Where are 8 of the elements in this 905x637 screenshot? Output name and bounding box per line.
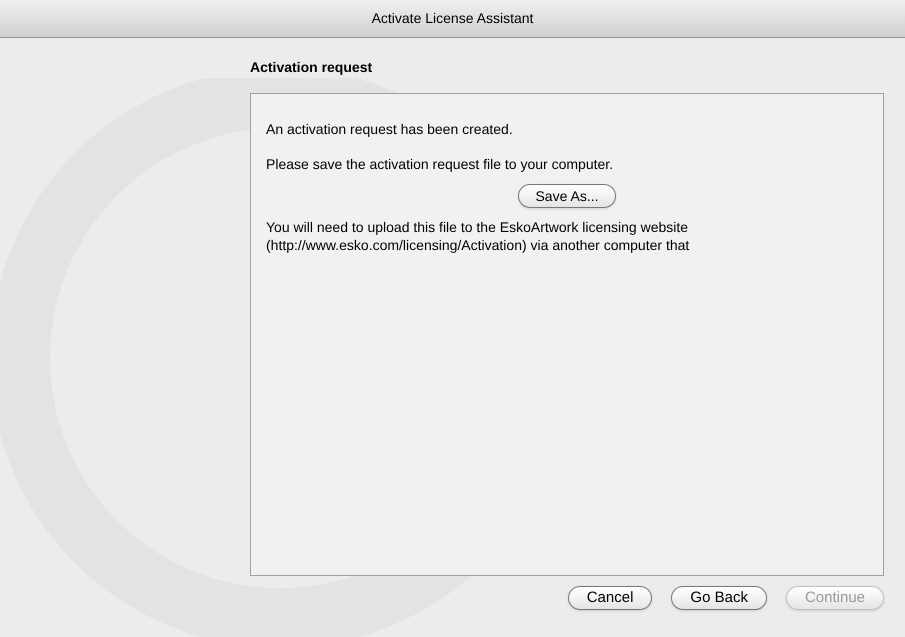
save-as-button[interactable]: Save As... (518, 184, 616, 208)
message-text: An activation request has been created. (266, 120, 513, 139)
dialog-button[interactable]: Cancel (568, 586, 652, 610)
message-text: You will need to upload this file to the EskoArtwork licensing website (http://www.esko.com/licensing/Activation) via another computer that (266, 218, 690, 254)
dialog-button[interactable]: Go Back (671, 586, 767, 610)
section-heading: Activation request (250, 58, 372, 77)
window-title: Activate License Assistant (372, 9, 534, 28)
message-text: Please save the activation request file to your computer. (266, 155, 614, 174)
